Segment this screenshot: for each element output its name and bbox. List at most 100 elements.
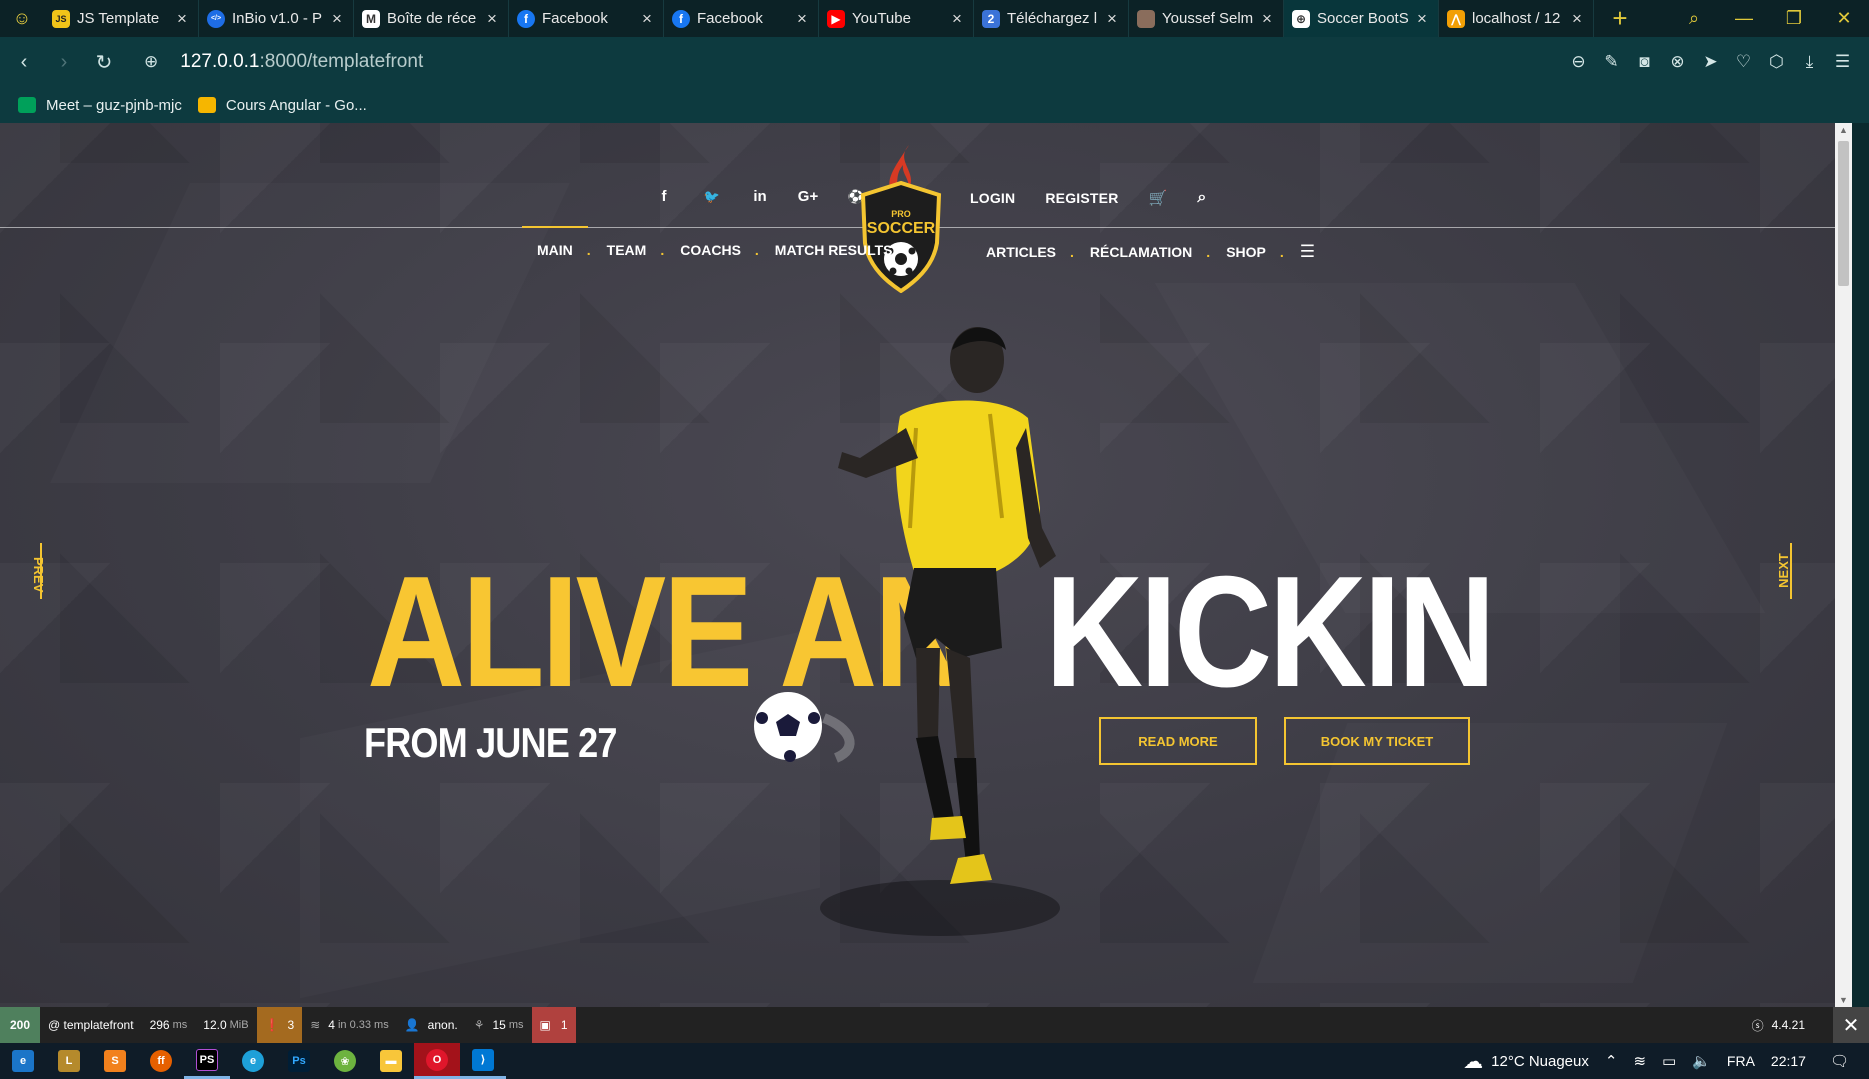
weather-icon[interactable]: ☁ [1463, 1049, 1483, 1074]
browser-tab[interactable]: ⋀ localhost / 12 × [1439, 0, 1594, 37]
close-tab-icon[interactable]: × [1259, 9, 1275, 29]
language-indicator[interactable]: FRA [1727, 1053, 1755, 1069]
close-tab-icon[interactable]: × [1569, 9, 1585, 29]
cart-icon[interactable]: 🛒 [1149, 189, 1168, 207]
restore-button[interactable]: ❐ [1769, 0, 1819, 37]
warnings-badge[interactable]: ❗ 3 [256, 1007, 303, 1043]
bookmark-angular-course[interactable]: Cours Angular - Go... [197, 97, 367, 114]
zoom-icon[interactable]: ⊖ [1562, 52, 1595, 72]
globe-icon: ⊕ [144, 52, 159, 71]
next-label: NEXT [1775, 553, 1791, 588]
back-button[interactable]: ‹ [4, 51, 44, 74]
cube-icon[interactable]: ⬡ [1760, 52, 1793, 72]
close-window-button[interactable]: ✕ [1819, 0, 1869, 37]
new-tab-button[interactable]: + [1594, 0, 1646, 37]
notifications-icon[interactable]: 🗨 [1830, 1052, 1849, 1070]
network-icon[interactable]: ≋ [1633, 1052, 1646, 1070]
forward-button[interactable]: › [44, 51, 84, 74]
close-tab-icon[interactable]: × [1104, 9, 1120, 29]
browser-tab[interactable]: f Facebook × [664, 0, 819, 37]
menu-item-main[interactable]: MAIN [522, 226, 588, 258]
windows-taskbar: e L S ff PS e Ps ❀ ▬ O ⟩ ☁ 12°C Nuageux … [0, 1043, 1869, 1079]
minimize-button[interactable]: — [1719, 0, 1769, 37]
heart-icon[interactable]: ♡ [1727, 52, 1760, 72]
close-tab-icon[interactable]: × [174, 9, 190, 29]
menu-item-articles[interactable]: ARTICLES [986, 244, 1056, 260]
request-time[interactable]: 296 ms [142, 1007, 196, 1043]
next-slide-button[interactable]: NEXT [1776, 543, 1792, 599]
browser-tab[interactable]: f Facebook × [509, 0, 664, 37]
db-queries[interactable]: ≋ 4 in 0.33 ms [302, 1007, 397, 1043]
browser-menu-icon[interactable]: ☺ [0, 0, 44, 37]
memory-usage[interactable]: 12.0 MiB [195, 1007, 256, 1043]
send-icon[interactable]: ➤ [1694, 52, 1727, 72]
chevron-up-icon[interactable]: ⌃ [1605, 1052, 1618, 1070]
user-info[interactable]: 👤 anon. [397, 1007, 466, 1043]
bookmark-meet[interactable]: Meet – guz-pjnb-mjc [18, 97, 182, 114]
camera-icon[interactable]: ◙ [1628, 52, 1661, 72]
menu-item-match-results[interactable]: MATCH RESULTS [775, 242, 893, 258]
edit-icon[interactable]: ✎ [1595, 52, 1628, 72]
block-icon[interactable]: ⊗ [1661, 52, 1694, 72]
opera-icon[interactable]: O [414, 1043, 460, 1079]
google-plus-icon[interactable]: G+ [784, 188, 832, 205]
close-tab-icon[interactable]: × [329, 9, 345, 29]
register-link[interactable]: REGISTER [1045, 190, 1118, 206]
page-scrollbar[interactable]: ▲ ▼ [1835, 123, 1852, 1007]
scroll-thumb[interactable] [1838, 141, 1849, 286]
battery-icon[interactable]: ▭ [1662, 1052, 1676, 1070]
file-explorer-icon[interactable]: ▬ [368, 1043, 414, 1079]
read-more-button[interactable]: READ MORE [1099, 717, 1257, 765]
linkedin-icon[interactable]: in [736, 188, 784, 205]
twitter-icon[interactable]: 🐦 [688, 189, 736, 205]
search-icon[interactable]: ⌕ [1197, 189, 1206, 207]
download-icon[interactable]: ⤓ [1793, 52, 1826, 72]
pro-soccer-logo[interactable]: PRO SOCCER [853, 143, 949, 293]
url-field[interactable]: ⊕ 127.0.0.1:8000/templatefront [144, 51, 423, 73]
volume-icon[interactable]: 🔈 [1692, 1052, 1711, 1070]
firefox-icon[interactable]: ff [138, 1043, 184, 1079]
menu-item-reclamation[interactable]: RÉCLAMATION [1090, 244, 1192, 260]
browser-tab[interactable]: ⊕ Soccer BootS × [1284, 0, 1439, 37]
close-tab-icon[interactable]: × [794, 9, 810, 29]
close-toolbar-icon[interactable]: ✕ [1833, 1007, 1869, 1043]
photoshop-icon[interactable]: Ps [276, 1043, 322, 1079]
prev-slide-button[interactable]: PREV [31, 543, 56, 599]
reload-button[interactable]: ↻ [84, 50, 124, 75]
close-tab-icon[interactable]: × [949, 9, 965, 29]
spring-icon[interactable]: ❀ [322, 1043, 368, 1079]
twig-time[interactable]: ⚘ 15 ms [466, 1007, 532, 1043]
hamburger-menu-icon[interactable]: ☰ [1300, 242, 1315, 262]
close-tab-icon[interactable]: × [1414, 9, 1430, 29]
book-ticket-button[interactable]: BOOK MY TICKET [1284, 717, 1470, 765]
close-tab-icon[interactable]: × [484, 9, 500, 29]
menu-item-team[interactable]: TEAM [607, 242, 647, 258]
internet-explorer-icon[interactable]: e [0, 1043, 46, 1079]
status-code-badge[interactable]: 200 [0, 1007, 40, 1043]
league-icon[interactable]: L [46, 1043, 92, 1079]
clock[interactable]: 22:17 [1771, 1053, 1806, 1069]
settings-icon[interactable]: ☰ [1826, 52, 1859, 72]
browser-tab[interactable]: JS JS Template × [44, 0, 199, 37]
browser-tab[interactable]: ▶ YouTube × [819, 0, 974, 37]
phpstorm-icon[interactable]: PS [184, 1043, 230, 1079]
route-name[interactable]: @ templatefront [40, 1007, 142, 1043]
vscode-icon[interactable]: ⟩ [460, 1043, 506, 1079]
menu-item-coachs[interactable]: COACHS [680, 242, 741, 258]
errors-badge[interactable]: ▣ 1 [531, 1007, 576, 1043]
scroll-down-icon[interactable]: ▼ [1835, 995, 1852, 1005]
menu-item-shop[interactable]: SHOP [1226, 244, 1266, 260]
browser-tab[interactable]: 2 Téléchargez l × [974, 0, 1129, 37]
symfony-version[interactable]: ⓢ 4.4.21 [1744, 1007, 1813, 1043]
browser-tab[interactable]: M Boîte de réce × [354, 0, 509, 37]
weather-text[interactable]: 12°C Nuageux [1491, 1053, 1589, 1070]
edge-icon[interactable]: e [230, 1043, 276, 1079]
browser-tab[interactable]: </> InBio v1.0 - P × [199, 0, 354, 37]
scroll-up-icon[interactable]: ▲ [1835, 125, 1852, 135]
browser-tab[interactable]: Youssef Selm × [1129, 0, 1284, 37]
close-tab-icon[interactable]: × [639, 9, 655, 29]
facebook-icon[interactable]: f [640, 188, 688, 205]
search-icon[interactable]: ⌕ [1669, 0, 1719, 37]
login-link[interactable]: LOGIN [970, 190, 1015, 206]
sublime-icon[interactable]: S [92, 1043, 138, 1079]
